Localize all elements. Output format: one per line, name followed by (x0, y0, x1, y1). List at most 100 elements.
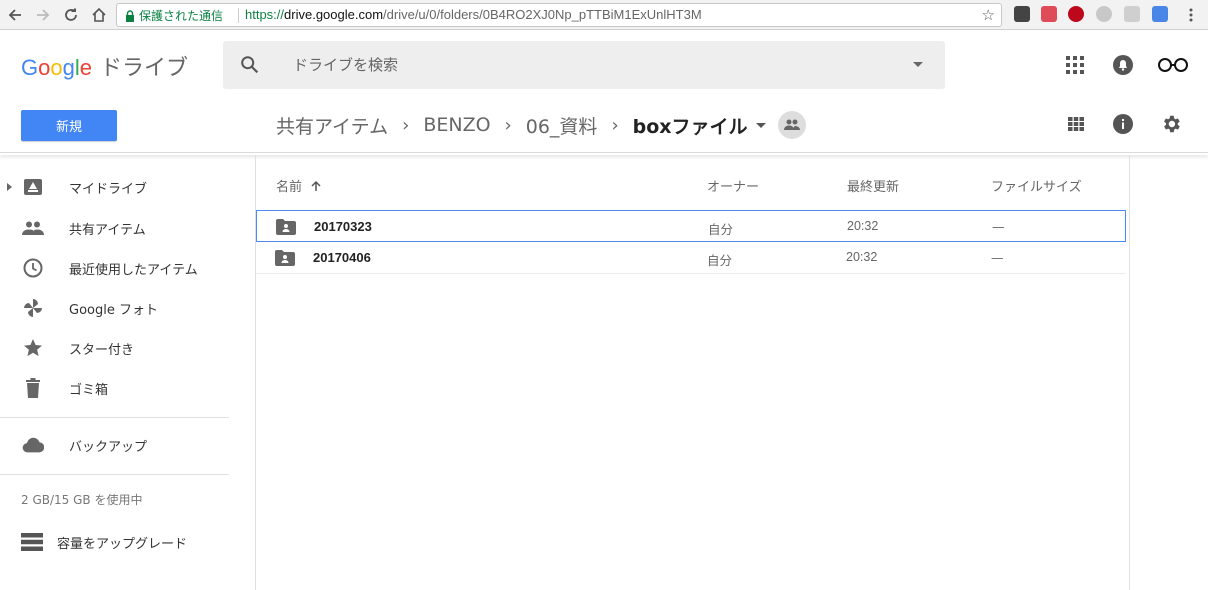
apps-grid-icon (1066, 56, 1084, 74)
chevron-right-icon: › (611, 114, 619, 136)
address-bar[interactable]: 保護された通信 https://drive.google.com/drive/u… (116, 3, 1002, 27)
storage-stack-icon (21, 533, 43, 551)
breadcrumb-item-benzo[interactable]: BENZO (423, 114, 490, 136)
translate-extension-icon[interactable] (1152, 6, 1168, 22)
bookmark-star-icon[interactable]: ☆ (982, 6, 995, 24)
file-owner: 自分 (707, 253, 733, 268)
storage-quota-text: 2 GB/15 GB を使用中 (21, 493, 143, 507)
url-text[interactable]: https://drive.google.com/drive/u/0/folde… (245, 7, 702, 22)
cloud-extension-icon[interactable] (1124, 6, 1140, 22)
back-arrow-icon (8, 9, 21, 21)
column-header-modified[interactable]: 最終更新 (847, 176, 899, 195)
file-modified: 20:32 (847, 219, 879, 233)
sidebar-item-label: 共有アイテム (69, 222, 146, 238)
info-icon (1113, 114, 1133, 134)
glasses-avatar-icon (1158, 58, 1188, 72)
product-name: ドライブ (100, 55, 189, 80)
reload-icon (65, 8, 77, 21)
column-header-name[interactable]: 名前 (276, 176, 322, 195)
extension-icon[interactable] (1096, 6, 1112, 22)
logo-letter: G (21, 55, 39, 80)
url-path: /drive/u/0/folders/0B4RO2XJ0Np_pTTBiM1Ex… (383, 7, 702, 22)
secure-indicator[interactable]: 保護された通信 (125, 7, 223, 24)
pinterest-extension-icon[interactable] (1068, 6, 1084, 22)
upgrade-label: 容量をアップグレード (57, 536, 188, 552)
browser-toolbar: 保護された通信 https://drive.google.com/drive/u… (0, 0, 1208, 30)
evernote-extension-icon[interactable] (1014, 6, 1030, 22)
sort-ascending-arrow-icon[interactable] (310, 180, 322, 192)
search-input[interactable] (293, 53, 853, 77)
file-modified: 20:32 (846, 250, 878, 264)
chevron-right-icon: › (402, 114, 410, 136)
expand-caret-icon[interactable] (7, 183, 12, 191)
new-button[interactable]: 新規 (21, 110, 117, 141)
people-icon (22, 217, 44, 239)
file-name: 20170406 (313, 250, 371, 265)
logo-letter: e (79, 55, 93, 80)
upgrade-storage-link[interactable]: 容量をアップグレード (21, 529, 187, 555)
url-scheme: https:// (245, 7, 285, 22)
pinwheel-icon (22, 297, 44, 319)
clock-icon (22, 257, 44, 279)
sidebar-item-label: バックアップ (69, 439, 148, 455)
secure-label: 保護された通信 (139, 9, 224, 23)
shared-folder-badge[interactable] (777, 111, 806, 139)
pocket-extension-icon[interactable] (1041, 6, 1057, 22)
gear-icon (1164, 115, 1180, 133)
google-wordmark: Google (21, 55, 92, 81)
shared-folder-icon (276, 219, 296, 235)
breadcrumb-item-shared[interactable]: 共有アイテム (276, 112, 388, 139)
file-owner: 自分 (708, 222, 734, 237)
shared-folder-icon (275, 250, 295, 266)
logo-letter: o (50, 55, 63, 80)
star-icon (22, 337, 44, 359)
file-size: — (992, 219, 1005, 234)
file-size: — (991, 250, 1004, 265)
sidebar-item-label: Google フォト (69, 302, 158, 318)
grid-view-icon (1068, 117, 1084, 131)
chevron-right-icon: › (504, 114, 512, 136)
search-options-caret-icon[interactable] (913, 62, 923, 67)
sidebar-item-my-drive[interactable]: マイドライブ (0, 169, 230, 205)
logo-letter: o (38, 55, 51, 80)
sidebar-item-label: ゴミ箱 (69, 382, 109, 398)
sidebar-item-backup[interactable]: バックアップ (0, 427, 230, 463)
reload-button[interactable] (60, 4, 82, 26)
grid-view-button[interactable] (1063, 111, 1089, 137)
lock-icon (126, 9, 134, 22)
column-header-size[interactable]: ファイルサイズ (991, 176, 1082, 195)
details-button[interactable] (1110, 111, 1136, 137)
breadcrumb-item-shiryo[interactable]: 06_資料 (526, 112, 598, 139)
sidebar-divider (0, 474, 229, 475)
notifications-button[interactable] (1110, 52, 1136, 78)
table-row[interactable]: 20170323 自分 20:32 — (256, 210, 1126, 242)
settings-button[interactable] (1158, 111, 1184, 137)
browser-menu-button[interactable] (1180, 4, 1202, 26)
account-avatar[interactable] (1156, 52, 1190, 78)
home-button[interactable] (88, 4, 110, 26)
back-button[interactable] (4, 4, 26, 26)
sidebar-item-google-photos[interactable]: Google フォト (0, 290, 230, 326)
people-icon (783, 119, 800, 130)
table-row[interactable]: 20170406 自分 20:32 — (256, 242, 1126, 274)
sidebar-item-recent[interactable]: 最近使用したアイテム (0, 250, 230, 286)
breadcrumb: 共有アイテム › BENZO › 06_資料 › boxファイル (276, 111, 806, 139)
breadcrumb-current-folder[interactable]: boxファイル (633, 112, 748, 139)
column-header-label: 名前 (276, 180, 303, 195)
sidebar-item-shared[interactable]: 共有アイテム (0, 210, 230, 246)
sidebar-item-label: マイドライブ (69, 181, 148, 197)
forward-button[interactable] (32, 4, 54, 26)
search-box[interactable] (223, 41, 945, 89)
search-icon[interactable] (239, 54, 261, 76)
url-divider (238, 8, 239, 23)
column-header-owner[interactable]: オーナー (707, 176, 759, 195)
drive-icon (22, 176, 44, 198)
google-drive-logo[interactable]: Google ドライブ (21, 50, 188, 82)
sidebar-item-starred[interactable]: スター付き (0, 330, 230, 366)
folder-menu-caret-icon[interactable] (755, 122, 766, 128)
sidebar-item-label: スター付き (69, 342, 135, 358)
cloud-icon (22, 434, 44, 456)
sidebar-item-trash[interactable]: ゴミ箱 (0, 370, 230, 406)
apps-grid-button[interactable] (1062, 52, 1088, 78)
logo-letter: g (62, 55, 75, 80)
